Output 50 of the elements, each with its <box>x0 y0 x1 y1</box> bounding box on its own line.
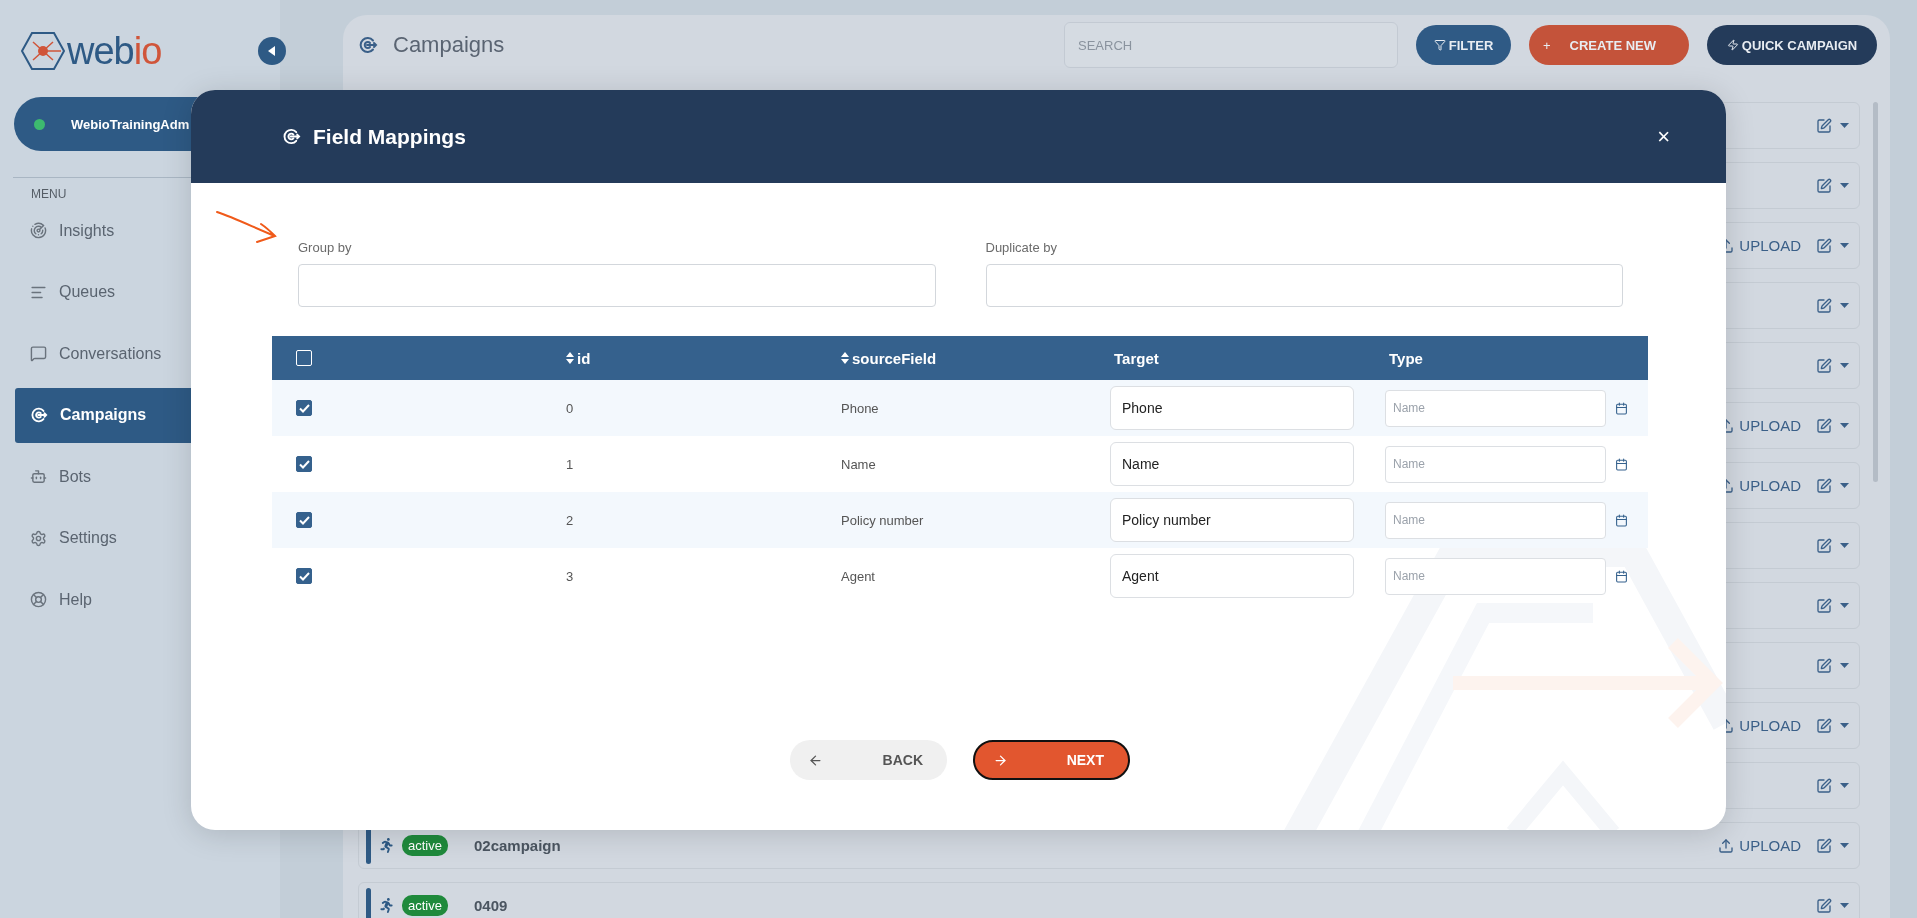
upload-link[interactable]: UPLOAD <box>1726 717 1801 734</box>
upload-link[interactable]: UPLOAD <box>1718 837 1801 854</box>
table-cell-text: Policy number <box>840 512 924 528</box>
sidebar-item[interactable]: Settings <box>15 510 280 566</box>
type-field[interactable]: Name <box>1385 445 1606 483</box>
target-field[interactable]: Agent <box>1110 554 1354 598</box>
user-name: WebioTrainingAdm <box>71 116 190 132</box>
page-title: Campaigns <box>393 32 505 58</box>
sidebar-item[interactable]: Queues <box>15 264 280 320</box>
column-header: Target <box>1113 349 1159 367</box>
menu-label: MENU <box>30 186 67 202</box>
status-badge: active <box>402 835 448 856</box>
logo-text: webio <box>67 32 162 70</box>
status-badge: active <box>402 895 448 916</box>
sidebar-item[interactable]: Help <box>15 572 280 628</box>
target-field[interactable]: Phone <box>1110 386 1354 430</box>
sidebar-item[interactable]: Insights <box>15 203 280 259</box>
sidebar-item[interactable]: Conversations <box>15 326 280 382</box>
column-header: Type <box>1388 349 1423 367</box>
campaign-row[interactable]: active 0409 <box>358 882 1860 918</box>
table-cell-text: Name <box>840 456 876 472</box>
table-cell-text: 3 <box>565 568 574 584</box>
campaign-name: 0409 <box>473 897 508 914</box>
table-cell-text: 0 <box>565 400 574 416</box>
upload-link[interactable]: UPLOAD <box>1726 237 1801 254</box>
table-cell-text: 1 <box>565 456 574 472</box>
create-button[interactable]: + CREATE NEW <box>1529 25 1689 65</box>
table-cell-text: Phone <box>840 400 879 416</box>
table-cell-text: Agent <box>840 568 875 584</box>
type-field[interactable]: Name <box>1385 389 1606 427</box>
upload-link[interactable]: UPLOAD <box>1726 417 1801 434</box>
search-field[interactable]: SEARCH <box>1064 22 1398 68</box>
close-button[interactable]: × <box>1651 121 1676 152</box>
upload-link[interactable]: UPLOAD <box>1726 477 1801 494</box>
target-field[interactable]: Policy number <box>1110 498 1354 542</box>
filter-button[interactable]: FILTER <box>1416 25 1511 65</box>
type-field[interactable]: Name <box>1385 501 1606 539</box>
campaign-name: 02campaign <box>473 837 561 854</box>
back-button[interactable]: BACK <box>790 740 947 780</box>
type-field[interactable]: Name <box>1385 557 1606 595</box>
target-field[interactable]: Name <box>1110 442 1354 486</box>
field-label: Group by <box>298 240 352 255</box>
column-header[interactable]: id <box>562 349 591 367</box>
field-label: Duplicate by <box>985 240 1058 255</box>
dialog-title: Field Mappings <box>313 124 467 149</box>
table-cell-text: 2 <box>565 512 574 528</box>
quick-button[interactable]: QUICK CAMPAIGN <box>1707 25 1877 65</box>
column-header[interactable]: sourceField <box>837 349 937 367</box>
next-button[interactable]: NEXT <box>973 740 1130 780</box>
sidebar-item[interactable]: Bots <box>15 449 280 505</box>
